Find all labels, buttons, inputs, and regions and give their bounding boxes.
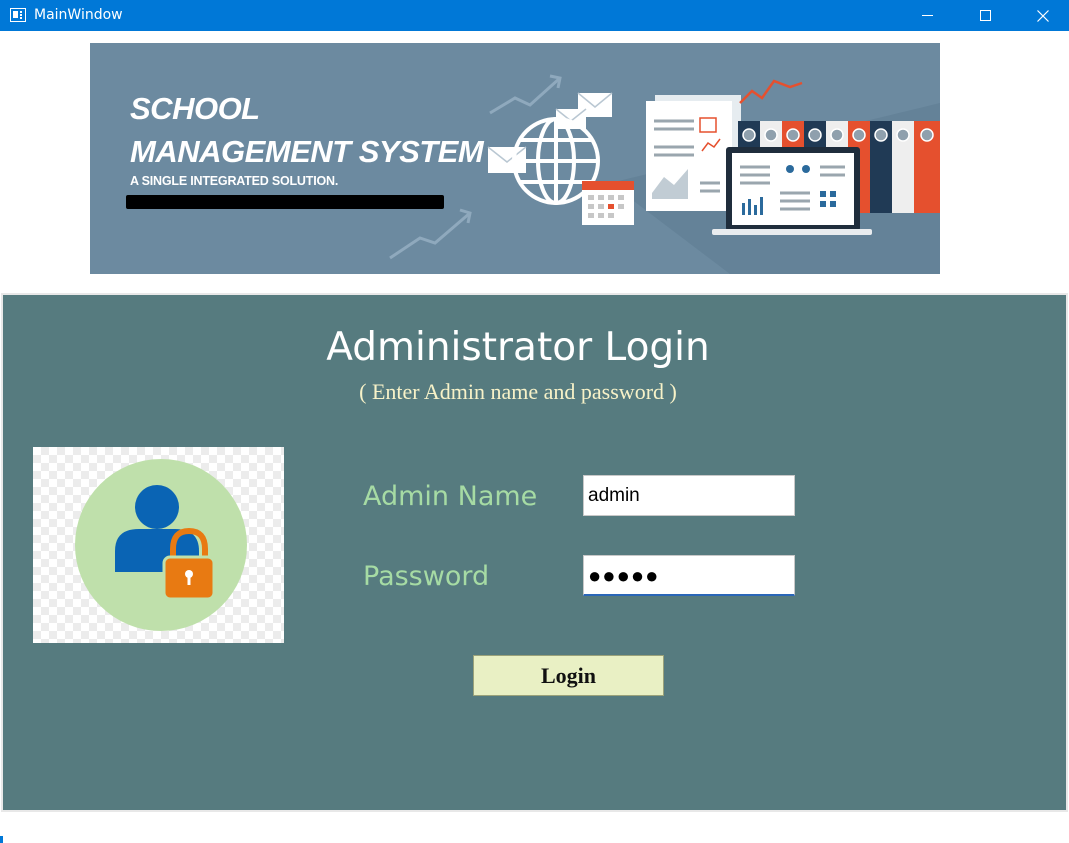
calendar-icon: [582, 181, 634, 225]
app-window-icon: [10, 8, 26, 22]
admin-avatar: [33, 447, 284, 643]
admin-lock-icon: [75, 459, 247, 631]
window-corner-mark: [0, 836, 3, 843]
main-window: MainWindow SCHOOL MANAGEMENT SYSTEM A SI…: [0, 0, 1069, 843]
school-banner: SCHOOL MANAGEMENT SYSTEM A SINGLE INTEGR…: [90, 43, 940, 274]
login-panel: Administrator Login ( Enter Admin name a…: [1, 293, 1068, 812]
minimize-icon: [921, 15, 933, 16]
window-title: MainWindow: [34, 7, 123, 23]
admin-name-input[interactable]: admin: [583, 475, 795, 516]
trend-arrow-icon: [389, 74, 562, 260]
maximize-button[interactable]: [962, 0, 1008, 31]
password-label: Password: [363, 561, 490, 592]
close-icon: [1037, 9, 1049, 22]
login-subheading: ( Enter Admin name and password ): [359, 379, 677, 404]
title-bar[interactable]: MainWindow: [0, 0, 1069, 31]
close-button[interactable]: [1020, 0, 1066, 31]
banner-illustration: [389, 74, 940, 274]
admin-name-label: Admin Name: [363, 481, 538, 512]
password-input[interactable]: ●●●●●: [583, 555, 795, 596]
minimize-button[interactable]: [904, 0, 950, 31]
laptop-icon: [712, 147, 872, 235]
maximize-icon: [979, 10, 991, 21]
login-button[interactable]: Login: [473, 655, 664, 696]
login-heading: Administrator Login: [326, 325, 710, 370]
